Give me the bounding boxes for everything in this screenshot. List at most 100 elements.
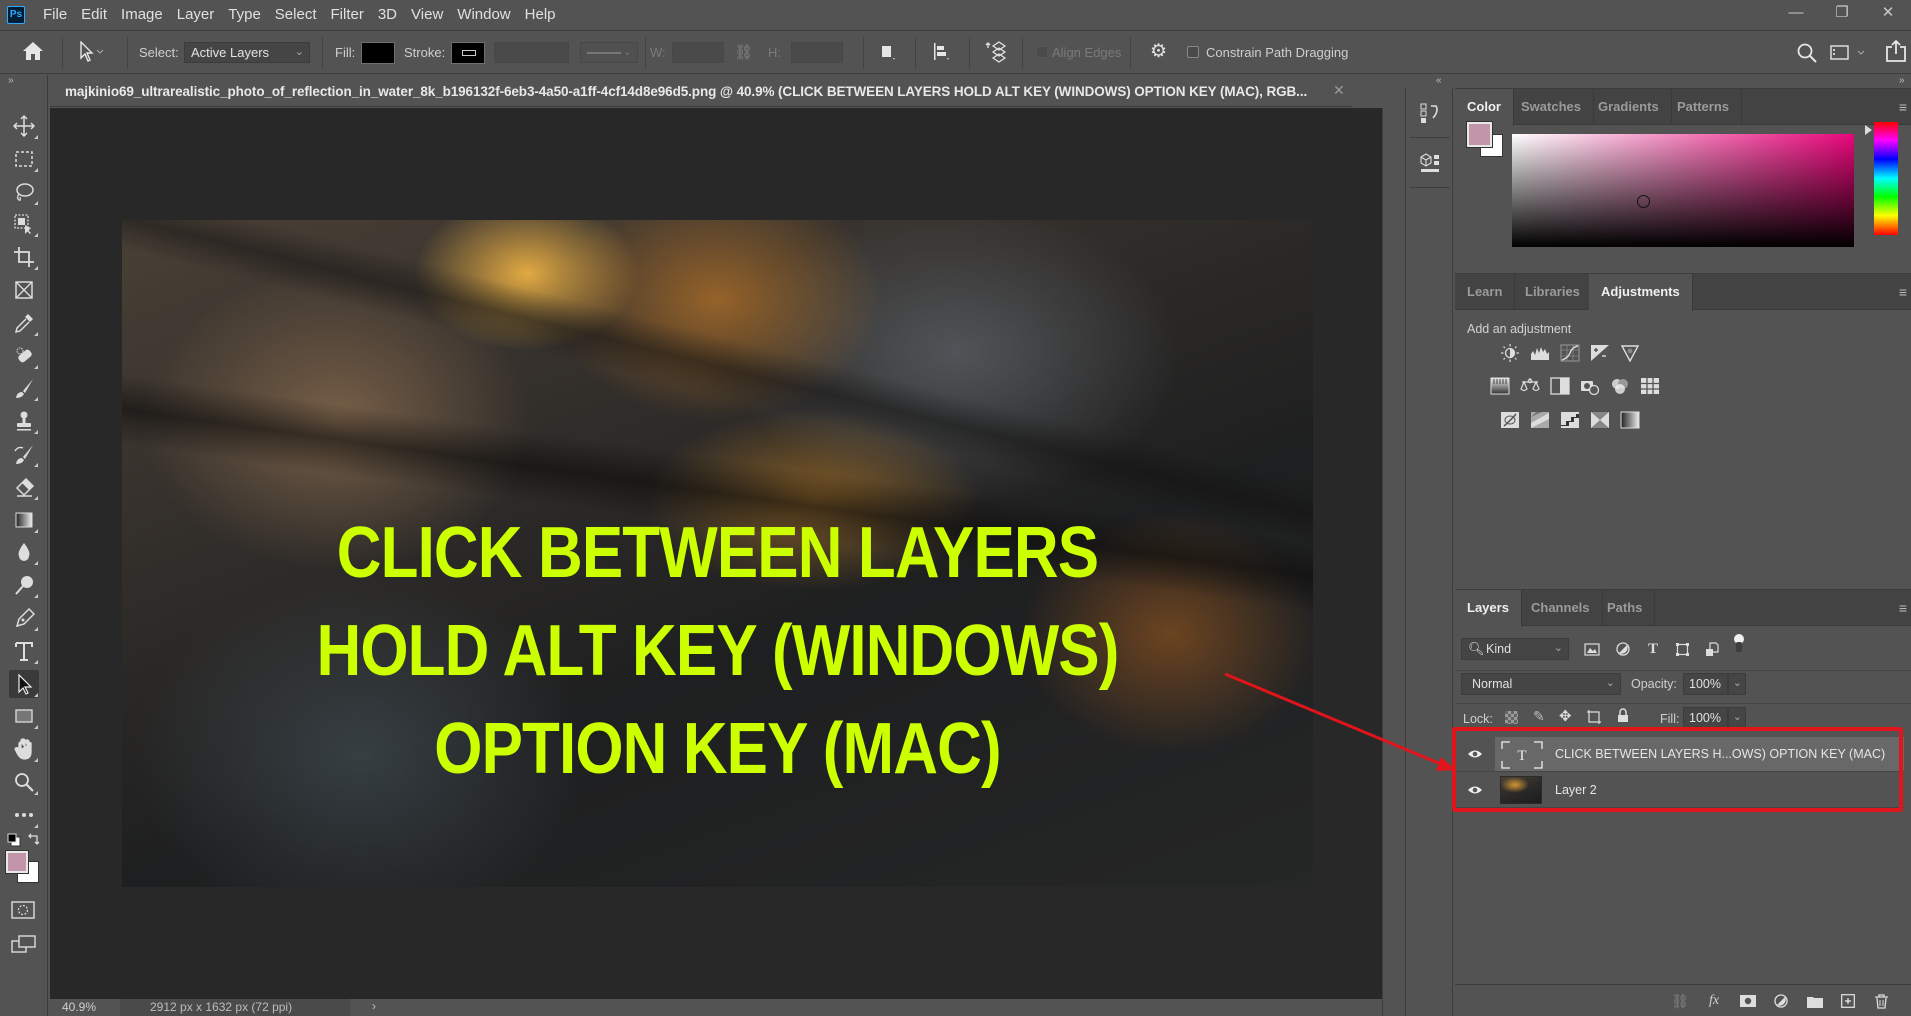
- menu-type[interactable]: Type: [228, 6, 261, 23]
- stroke-width-field[interactable]: [494, 42, 569, 63]
- hue-bar[interactable]: [1874, 122, 1898, 235]
- document-info[interactable]: 2912 px x 1632 px (72 ppi): [120, 999, 350, 1016]
- menu-image[interactable]: Image: [121, 6, 163, 23]
- tab-gradients[interactable]: Gradients: [1586, 89, 1672, 125]
- zoom-tool[interactable]: [9, 768, 39, 796]
- swap-colors-button[interactable]: [27, 832, 41, 851]
- channel-mixer-adjustment-button[interactable]: [1610, 377, 1630, 395]
- close-button[interactable]: ✕: [1865, 0, 1911, 24]
- filter-pixel-layers-icon[interactable]: [1583, 640, 1601, 658]
- restore-button[interactable]: ❐: [1819, 0, 1865, 24]
- collapse-toolbar-icon[interactable]: »: [8, 75, 14, 86]
- eraser-tool[interactable]: [9, 473, 39, 501]
- path-alignment-button[interactable]: [932, 42, 952, 67]
- tab-channels[interactable]: Channels: [1519, 590, 1603, 626]
- menu-window[interactable]: Window: [457, 6, 510, 23]
- foreground-color-swatch[interactable]: [5, 850, 29, 874]
- tab-learn[interactable]: Learn: [1455, 274, 1516, 310]
- lock-artboards-icon[interactable]: [1586, 709, 1602, 729]
- lock-position-icon[interactable]: ✥: [1559, 707, 1572, 725]
- filter-shape-layers-icon[interactable]: [1673, 640, 1691, 658]
- default-colors-button[interactable]: [7, 833, 21, 852]
- menu-help[interactable]: Help: [525, 6, 556, 23]
- filter-adjustment-layers-icon[interactable]: [1614, 640, 1632, 658]
- close-document-icon[interactable]: ✕: [1333, 82, 1345, 99]
- color-balance-adjustment-button[interactable]: [1520, 377, 1540, 395]
- blend-mode-dropdown[interactable]: Normal ⌄: [1461, 673, 1621, 695]
- lock-transparent-pixels-icon[interactable]: [1505, 711, 1518, 724]
- align-edges-checkbox[interactable]: [1036, 46, 1048, 58]
- frame-tool[interactable]: [9, 276, 39, 304]
- collapse-panels-icon[interactable]: »: [1899, 75, 1905, 86]
- gear-icon[interactable]: ⚙: [1150, 40, 1167, 63]
- brush-tool[interactable]: [9, 374, 39, 402]
- tool-preset-picker[interactable]: [78, 40, 104, 68]
- stroke-type-dropdown[interactable]: ⌄: [580, 42, 638, 63]
- invert-adjustment-button[interactable]: [1500, 411, 1520, 429]
- fx-icon[interactable]: fx: [1705, 992, 1723, 1010]
- crop-tool[interactable]: [9, 243, 39, 271]
- path-selection-tool[interactable]: [9, 669, 39, 698]
- layer-row[interactable]: Layer 2: [1455, 773, 1904, 808]
- opacity-slider-button[interactable]: ⌄: [1728, 673, 1746, 695]
- color-picker-ring[interactable]: [1637, 195, 1650, 208]
- posterize-adjustment-button[interactable]: [1530, 411, 1550, 429]
- vibrance-adjustment-button[interactable]: [1620, 344, 1640, 362]
- history-brush-tool[interactable]: [9, 440, 39, 468]
- color-lookup-adjustment-button[interactable]: [1640, 377, 1660, 395]
- constrain-path-checkbox[interactable]: [1187, 46, 1199, 58]
- path-arrangement-button[interactable]: [985, 40, 1007, 69]
- layer-filter-dropdown[interactable]: 🔍︎ Kind ⌄: [1461, 638, 1569, 660]
- edit-toolbar[interactable]: [9, 801, 39, 829]
- hue-slider-handle[interactable]: [1865, 125, 1872, 135]
- delete-layer-icon[interactable]: [1872, 992, 1890, 1010]
- panel-menu-icon[interactable]: ≡: [1899, 99, 1907, 115]
- lock-image-pixels-icon[interactable]: ✎: [1533, 708, 1545, 725]
- tab-paths[interactable]: Paths: [1595, 590, 1656, 626]
- quick-mask-button[interactable]: [11, 901, 35, 924]
- document-tab[interactable]: majkinio69_ultrarealistic_photo_of_refle…: [50, 76, 1352, 107]
- curves-adjustment-button[interactable]: [1560, 344, 1580, 362]
- fill-slider-button[interactable]: ⌄: [1728, 707, 1746, 729]
- gradient-tool[interactable]: [9, 506, 39, 534]
- type-tool[interactable]: [9, 637, 39, 665]
- height-field[interactable]: [791, 42, 843, 63]
- black-white-adjustment-button[interactable]: [1550, 377, 1570, 395]
- panel-menu-icon[interactable]: ≡: [1899, 600, 1907, 616]
- spot-healing-tool[interactable]: [9, 342, 39, 370]
- layer-row[interactable]: T CLICK BETWEEN LAYERS H...OWS) OPTION K…: [1455, 737, 1904, 772]
- new-group-icon[interactable]: [1806, 992, 1824, 1010]
- levels-adjustment-button[interactable]: [1530, 344, 1550, 362]
- add-mask-icon[interactable]: [1739, 992, 1757, 1010]
- select-layers-dropdown[interactable]: Active Layers ⌄: [184, 42, 310, 63]
- vertical-scrollbar[interactable]: [1382, 108, 1403, 1016]
- path-operations-button[interactable]: [880, 43, 898, 68]
- search-button[interactable]: [1796, 42, 1818, 69]
- opacity-field[interactable]: 100%: [1683, 673, 1728, 695]
- clone-stamp-tool[interactable]: [9, 407, 39, 435]
- minimize-button[interactable]: —: [1773, 0, 1819, 24]
- menu-view[interactable]: View: [411, 6, 443, 23]
- tab-adjustments[interactable]: Adjustments: [1589, 274, 1693, 311]
- visibility-eye-icon[interactable]: [1467, 747, 1483, 761]
- gradient-map-adjustment-button[interactable]: [1620, 411, 1640, 429]
- link-dimensions-icon[interactable]: ⛓: [734, 43, 753, 61]
- menu-layer[interactable]: Layer: [177, 6, 215, 23]
- stroke-swatch[interactable]: [451, 42, 485, 64]
- zoom-level[interactable]: 40.9%: [62, 1000, 96, 1014]
- collapse-dock-icon[interactable]: «: [1436, 75, 1442, 86]
- menu-file[interactable]: File: [43, 6, 67, 23]
- fill-field[interactable]: 100%: [1683, 707, 1728, 729]
- dodge-tool[interactable]: [9, 571, 39, 599]
- new-layer-icon[interactable]: [1839, 992, 1857, 1010]
- foreground-color-swatch[interactable]: [1466, 121, 1493, 148]
- object-selection-tool[interactable]: [9, 210, 39, 238]
- screen-mode-button[interactable]: [11, 934, 37, 959]
- photo-filter-adjustment-button[interactable]: [1580, 377, 1600, 395]
- eyedropper-tool[interactable]: [9, 309, 39, 337]
- menu-edit[interactable]: Edit: [81, 6, 107, 23]
- menu-filter[interactable]: Filter: [331, 6, 364, 23]
- share-button[interactable]: [1885, 39, 1907, 68]
- tab-swatches[interactable]: Swatches: [1509, 89, 1594, 125]
- history-panel-button[interactable]: [1410, 88, 1450, 138]
